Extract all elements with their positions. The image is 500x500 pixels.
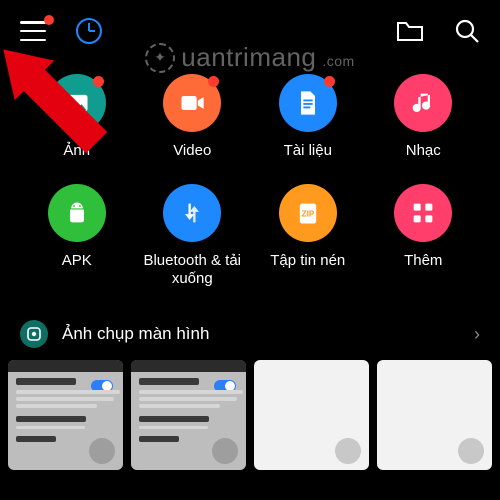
category-label: Ảnh [63, 142, 90, 160]
screenshot-thumb[interactable] [8, 360, 123, 470]
video-icon [163, 74, 221, 132]
category-label: Tập tin nén [270, 252, 345, 270]
category-video[interactable]: Video [140, 74, 246, 160]
category-images[interactable]: Ảnh [24, 74, 130, 160]
screenshot-thumb[interactable] [131, 360, 246, 470]
recent-icon[interactable] [76, 18, 102, 44]
screenshot-icon [20, 320, 48, 348]
section-title: Ảnh chụp màn hình [62, 324, 209, 344]
document-icon [279, 74, 337, 132]
transfer-icon [163, 184, 221, 242]
thumbnail-row [0, 360, 500, 470]
svg-text:ZIP: ZIP [301, 210, 314, 219]
menu-icon[interactable] [20, 21, 46, 41]
image-icon [48, 74, 106, 132]
category-label: Bluetooth & tải xuống [140, 252, 246, 288]
category-bt[interactable]: Bluetooth & tải xuống [140, 184, 246, 288]
chevron-right-icon: › [474, 324, 480, 345]
top-bar [0, 0, 500, 54]
category-more[interactable]: Thêm [371, 184, 477, 288]
category-label: Video [173, 142, 211, 160]
notification-dot [44, 15, 54, 25]
search-icon[interactable] [454, 18, 480, 44]
category-label: Tài liệu [284, 142, 332, 160]
screenshot-thumb[interactable] [254, 360, 369, 470]
screenshots-section[interactable]: Ảnh chụp màn hình › [0, 306, 500, 360]
notification-dot [208, 76, 219, 87]
screenshot-thumb[interactable] [377, 360, 492, 470]
category-label: Thêm [404, 252, 442, 270]
category-apk[interactable]: APK [24, 184, 130, 288]
category-docs[interactable]: Tài liệu [255, 74, 361, 160]
notification-dot [93, 76, 104, 87]
category-label: APK [62, 252, 92, 270]
grid-icon [394, 184, 452, 242]
notification-dot [324, 76, 335, 87]
android-icon [48, 184, 106, 242]
category-zip[interactable]: ZIP Tập tin nén [255, 184, 361, 288]
category-music[interactable]: Nhạc [371, 74, 477, 160]
folder-icon[interactable] [396, 19, 424, 43]
zip-icon: ZIP [279, 184, 337, 242]
category-grid: Ảnh Video Tài liệu Nhạc APK Bluetooth & tải x… [0, 54, 500, 306]
music-icon [394, 74, 452, 132]
category-label: Nhạc [406, 142, 441, 160]
